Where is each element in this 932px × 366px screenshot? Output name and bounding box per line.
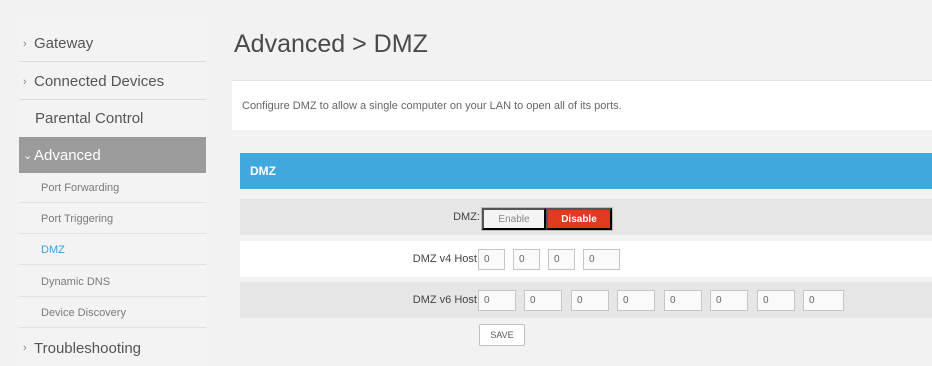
dmz-v6-segment-7[interactable] <box>757 290 795 311</box>
dmz-v4-octet-2[interactable] <box>513 249 540 270</box>
sidebar-item-parental-control[interactable]: Parental Control <box>19 100 206 138</box>
chevron-right-icon: › <box>23 37 27 50</box>
sidebar-subitem-label: Device Discovery <box>41 306 126 319</box>
sidebar-subitem-label: Dynamic DNS <box>41 275 111 288</box>
sidebar-item-advanced[interactable]: ⌄ Advanced <box>19 137 206 173</box>
dmz-v6-segment-5[interactable] <box>664 290 702 311</box>
dmz-toggle-row: DMZ: Enable Disable <box>240 199 932 235</box>
dmz-v6-row: DMZ v6 Host: <box>240 282 932 318</box>
sidebar-item-label: Troubleshooting <box>34 339 142 357</box>
sidebar-item-connected-devices[interactable]: › Connected Devices <box>19 64 206 100</box>
dmz-toggle: Enable Disable <box>481 207 613 231</box>
sidebar-subitem-port-triggering[interactable]: Port Triggering <box>19 204 206 234</box>
dmz-v6-segment-1[interactable] <box>478 290 516 311</box>
dmz-v4-label: DMZ v4 Host: <box>412 253 480 265</box>
sidebar-subitem-dynamic-dns[interactable]: Dynamic DNS <box>19 267 206 297</box>
dmz-label: DMZ: <box>453 211 480 223</box>
dmz-v6-segment-6[interactable] <box>710 290 748 311</box>
sidebar-subitem-label: Port Forwarding <box>41 181 120 194</box>
chevron-right-icon: › <box>23 75 27 88</box>
page-title: Advanced > DMZ <box>234 30 428 58</box>
sidebar-item-label: Connected Devices <box>34 73 165 90</box>
sidebar-subitem-device-discovery[interactable]: Device Discovery <box>19 298 206 328</box>
sidebar-item-label: Advanced <box>34 146 101 164</box>
sidebar-item-gateway[interactable]: › Gateway <box>19 26 206 62</box>
dmz-v6-segment-4[interactable] <box>617 290 655 311</box>
dmz-v6-segment-2[interactable] <box>524 290 562 311</box>
disable-button[interactable]: Disable <box>546 208 612 230</box>
sidebar-subitem-port-forwarding[interactable]: Port Forwarding <box>19 173 206 203</box>
sidebar-item-label: Gateway <box>34 35 94 52</box>
sidebar-subitem-label: Port Triggering <box>41 212 114 225</box>
dmz-v6-segment-8[interactable] <box>803 290 844 311</box>
chevron-down-icon: ⌄ <box>23 149 33 162</box>
intro-text: Configure DMZ to allow a single computer… <box>232 80 932 130</box>
dmz-v4-octet-3[interactable] <box>548 249 575 270</box>
dmz-v4-row: DMZ v4 Host: <box>240 241 932 277</box>
dmz-v4-octet-1[interactable] <box>478 249 505 270</box>
dmz-v6-segment-3[interactable] <box>571 290 609 311</box>
sidebar-subitem-label: DMZ <box>41 243 65 256</box>
enable-button[interactable]: Enable <box>482 208 546 230</box>
sidebar-item-label: Parental Control <box>35 110 144 127</box>
dmz-panel-header: DMZ <box>240 153 932 189</box>
dmz-v4-octet-4[interactable] <box>583 249 620 270</box>
sidebar-subitem-dmz[interactable]: DMZ <box>19 235 206 265</box>
chevron-right-icon: › <box>23 342 27 354</box>
sidebar: › Gateway › Connected Devices Parental C… <box>19 20 206 366</box>
save-button[interactable]: SAVE <box>479 324 525 346</box>
sidebar-item-troubleshooting[interactable]: › Troubleshooting <box>19 330 206 366</box>
dmz-v6-label: DMZ v6 Host: <box>412 294 480 306</box>
